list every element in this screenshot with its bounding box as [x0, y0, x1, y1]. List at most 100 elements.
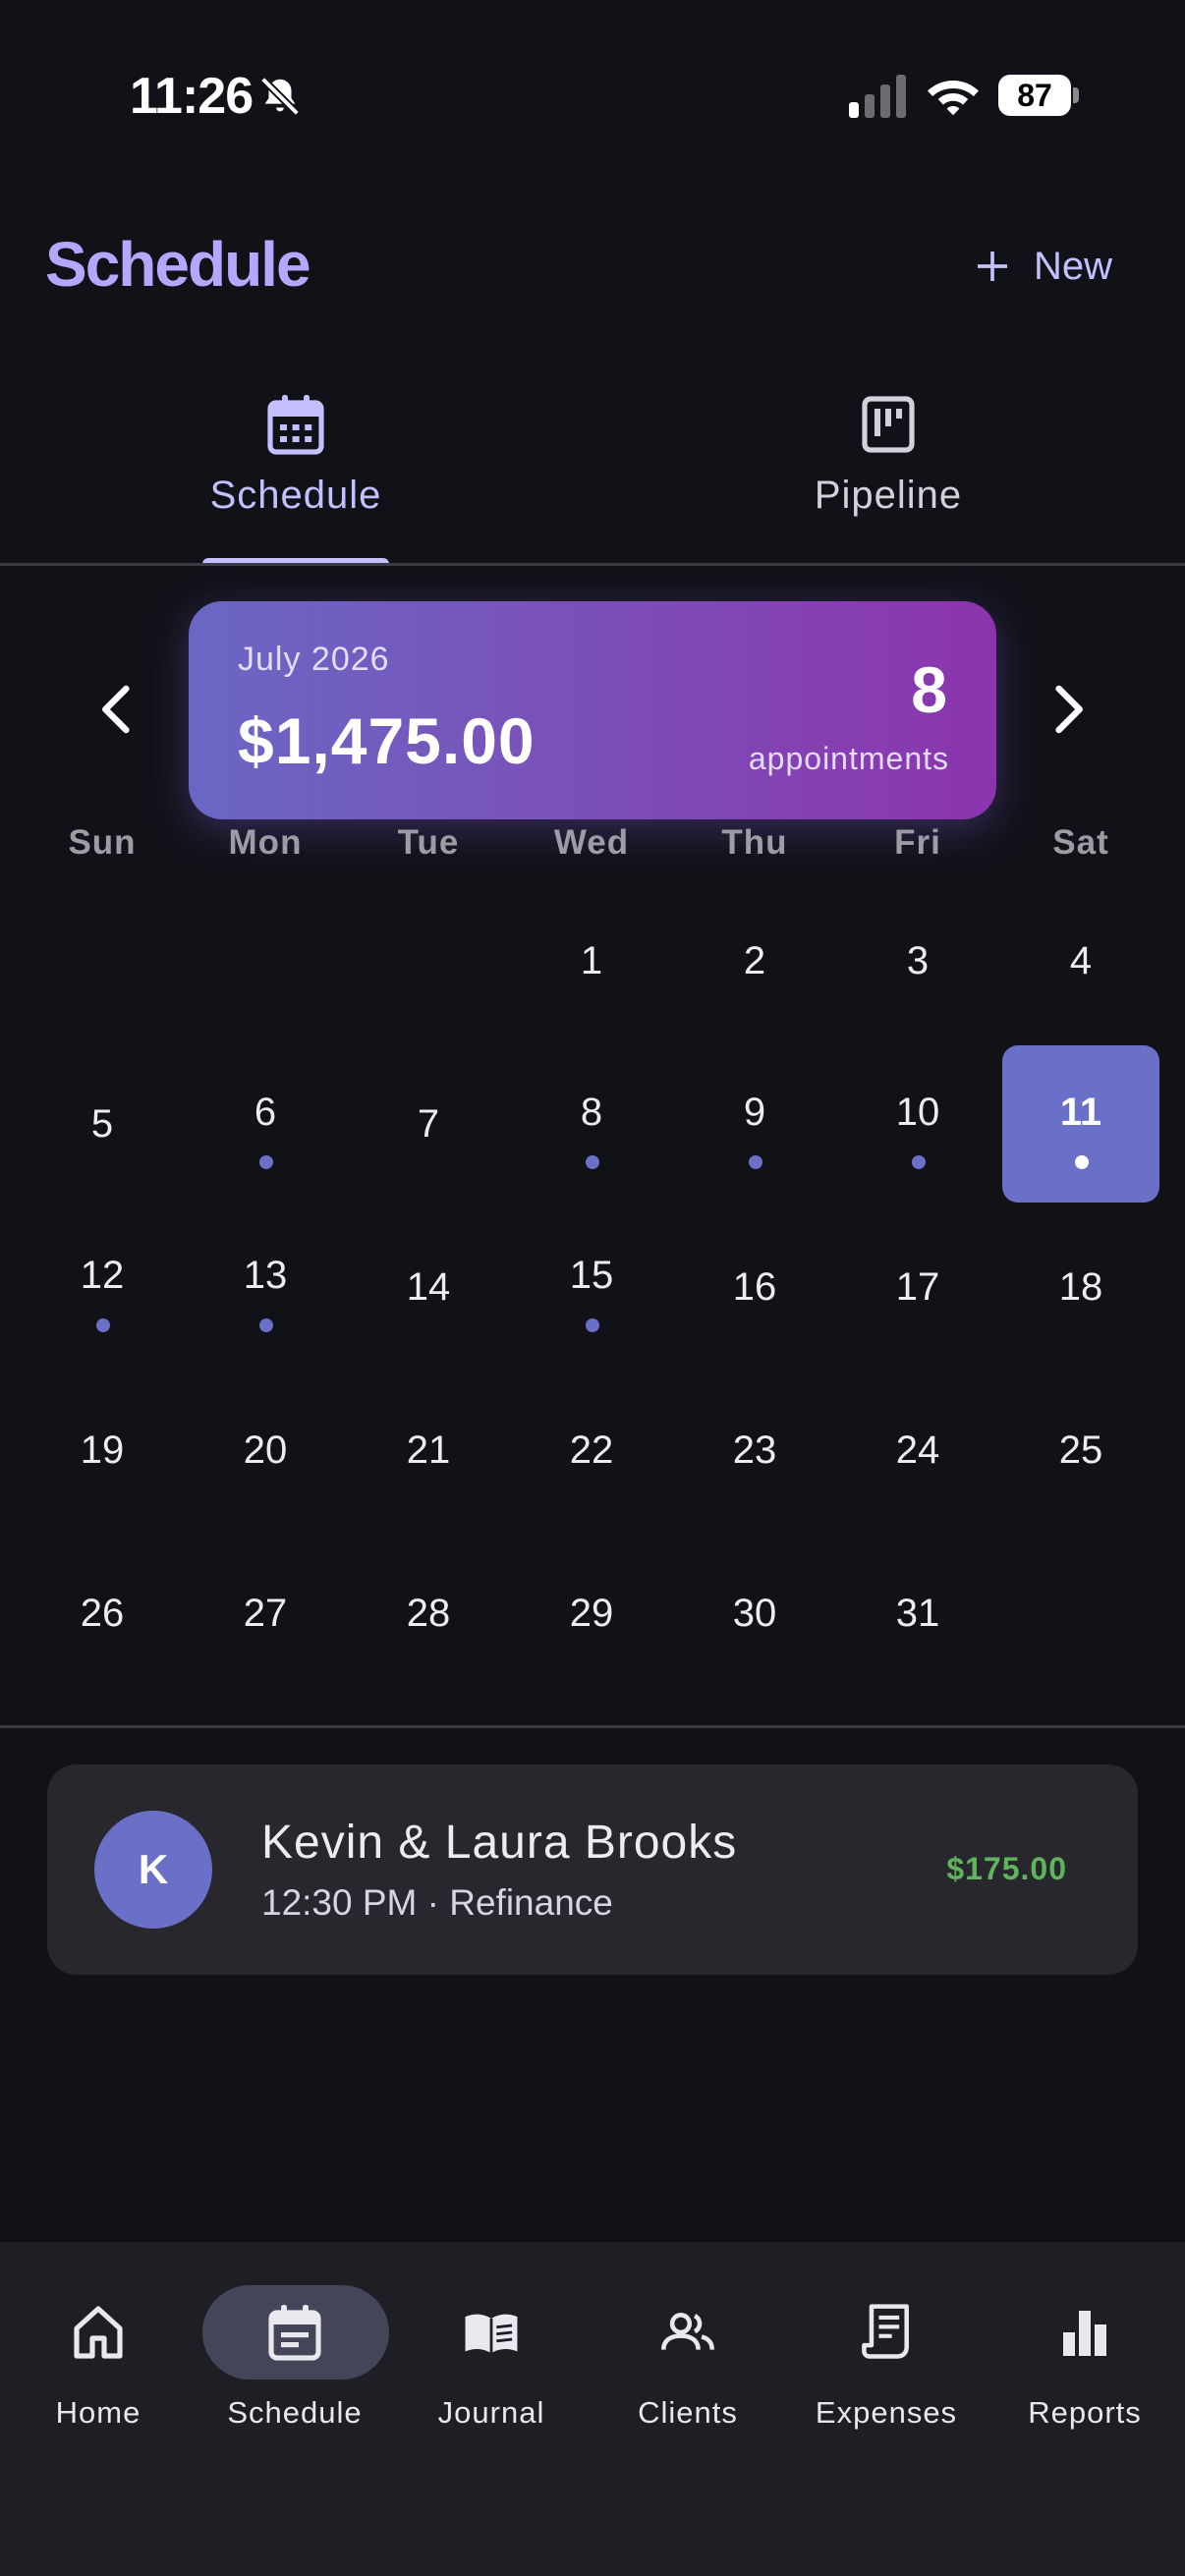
- calendar-day[interactable]: 27: [187, 1535, 344, 1692]
- nav-clients-label: Clients: [638, 2395, 738, 2430]
- appointment-dot: [586, 1318, 599, 1332]
- new-button[interactable]: New: [973, 232, 1112, 301]
- calendar-day[interactable]: 1: [513, 882, 670, 1039]
- weekday-label: Sun: [68, 823, 137, 862]
- day-number: 15: [569, 1254, 614, 1297]
- day-number: 21: [406, 1428, 451, 1472]
- calendar-day[interactable]: 24: [839, 1372, 996, 1529]
- calendar-day[interactable]: 13: [187, 1208, 344, 1366]
- nav-schedule-label: Schedule: [227, 2395, 363, 2430]
- calendar-day[interactable]: 29: [513, 1535, 670, 1692]
- calendar-day[interactable]: 18: [1002, 1208, 1159, 1366]
- kanban-icon: [862, 396, 915, 453]
- calendar-day[interactable]: 21: [350, 1372, 507, 1529]
- weekday-label: Wed: [553, 823, 630, 862]
- calendar-grid: 1 2 3 4 5 6 7 8 9 10 11 12 13 14 15 16 17 18 19 20 21 22 23 24 2…: [0, 882, 1185, 1698]
- calendar-day[interactable]: 22: [513, 1372, 670, 1529]
- tab-schedule-label: Schedule: [209, 474, 382, 517]
- day-number: 4: [1069, 939, 1093, 982]
- appointment-dot: [1075, 1155, 1089, 1169]
- nav-reports-label: Reports: [1028, 2395, 1142, 2430]
- calendar-day[interactable]: 7: [350, 1045, 507, 1203]
- calendar-day[interactable]: 5: [24, 1045, 181, 1203]
- status-time: 11:26: [130, 68, 254, 125]
- appointment-dot: [586, 1155, 599, 1169]
- day-number: 17: [895, 1265, 940, 1309]
- day-number: 14: [406, 1265, 451, 1309]
- appointment-client-name: Kevin & Laura Brooks: [261, 1817, 738, 1869]
- day-number: 13: [243, 1254, 288, 1297]
- day-number: 3: [906, 939, 930, 982]
- nav-clients[interactable]: Clients: [590, 2285, 786, 2442]
- day-number: 23: [732, 1428, 777, 1472]
- calendar-day[interactable]: 10: [839, 1045, 996, 1203]
- calendar-day[interactable]: 16: [676, 1208, 833, 1366]
- nav-home[interactable]: Home: [0, 2285, 197, 2442]
- calendar-day[interactable]: 17: [839, 1208, 996, 1366]
- appointment-detail: 12:30 PM · Refinance: [261, 1882, 613, 1923]
- calendar-day[interactable]: 25: [1002, 1372, 1159, 1529]
- calendar-day[interactable]: 20: [187, 1372, 344, 1529]
- nav-schedule[interactable]: Schedule: [197, 2285, 393, 2442]
- wifi-icon: [928, 81, 979, 116]
- day-number: 24: [895, 1428, 940, 1472]
- appointment-card[interactable]: K Kevin & Laura Brooks 12:30 PM · Refina…: [47, 1764, 1138, 1975]
- tabs-divider: [0, 563, 1185, 566]
- tab-schedule[interactable]: Schedule: [148, 373, 443, 566]
- day-number: 25: [1058, 1428, 1103, 1472]
- day-number: 29: [569, 1592, 614, 1635]
- day-number: 9: [743, 1091, 766, 1134]
- plus-icon: [978, 252, 1007, 281]
- calendar-day[interactable]: 12: [24, 1208, 181, 1366]
- tab-pipeline[interactable]: Pipeline: [741, 373, 1036, 566]
- appointment-dot: [259, 1318, 273, 1332]
- calendar-day[interactable]: 9: [676, 1045, 833, 1203]
- avatar: K: [94, 1811, 212, 1929]
- appointment-dot: [96, 1318, 110, 1332]
- weekday-label: Mon: [228, 823, 303, 862]
- calendar-day[interactable]: 6: [187, 1045, 344, 1203]
- weekday-label: Thu: [721, 823, 788, 862]
- next-month-button[interactable]: [1044, 682, 1093, 737]
- calendar-day[interactable]: 8: [513, 1045, 670, 1203]
- calendar-day[interactable]: 2: [676, 882, 833, 1039]
- new-button-label: New: [1034, 244, 1113, 288]
- calendar-day[interactable]: 15: [513, 1208, 670, 1366]
- signal-icon: [849, 75, 906, 118]
- month-summary-card: July 2026 $1,475.00 8 appointments: [189, 601, 996, 819]
- appointment-dot: [749, 1155, 762, 1169]
- calendar-day[interactable]: 30: [676, 1535, 833, 1692]
- calendar-day[interactable]: 31: [839, 1535, 996, 1692]
- day-number: 12: [80, 1254, 125, 1297]
- day-number: 11: [1059, 1091, 1102, 1134]
- calendar-day[interactable]: 19: [24, 1372, 181, 1529]
- previous-month-button[interactable]: [92, 682, 141, 737]
- day-number: 28: [406, 1592, 451, 1635]
- calendar-day[interactable]: 28: [350, 1535, 507, 1692]
- bottom-navigation: Home Schedule Journal Clients Expenses R…: [0, 2242, 1185, 2576]
- day-number: 19: [80, 1428, 125, 1472]
- nav-reports[interactable]: Reports: [987, 2285, 1183, 2442]
- book-icon: [465, 2314, 518, 2354]
- nav-journal-label: Journal: [437, 2395, 545, 2430]
- calendar-day[interactable]: 26: [24, 1535, 181, 1692]
- nav-expenses-label: Expenses: [815, 2395, 958, 2430]
- summary-month: July 2026: [238, 641, 390, 678]
- day-number: 8: [580, 1091, 603, 1134]
- day-number: 7: [417, 1102, 440, 1146]
- weekday-label: Tue: [397, 823, 460, 862]
- appointment-count: 8: [911, 653, 947, 726]
- calendar-divider: [0, 1725, 1185, 1728]
- calendar-day-selected[interactable]: 11: [1002, 1045, 1159, 1203]
- day-number: 1: [580, 939, 603, 982]
- nav-expenses[interactable]: Expenses: [788, 2285, 985, 2442]
- nav-journal[interactable]: Journal: [393, 2285, 590, 2442]
- calendar-day[interactable]: 3: [839, 882, 996, 1039]
- weekday-header: Sun Mon Tue Wed Thu Fri Sat: [0, 823, 1185, 872]
- calendar-day[interactable]: 23: [676, 1372, 833, 1529]
- status-bar: 11:26 87: [0, 0, 1185, 187]
- appointment-dot: [259, 1155, 273, 1169]
- calendar-day[interactable]: 14: [350, 1208, 507, 1366]
- people-icon: [661, 2313, 714, 2350]
- calendar-day[interactable]: 4: [1002, 882, 1159, 1039]
